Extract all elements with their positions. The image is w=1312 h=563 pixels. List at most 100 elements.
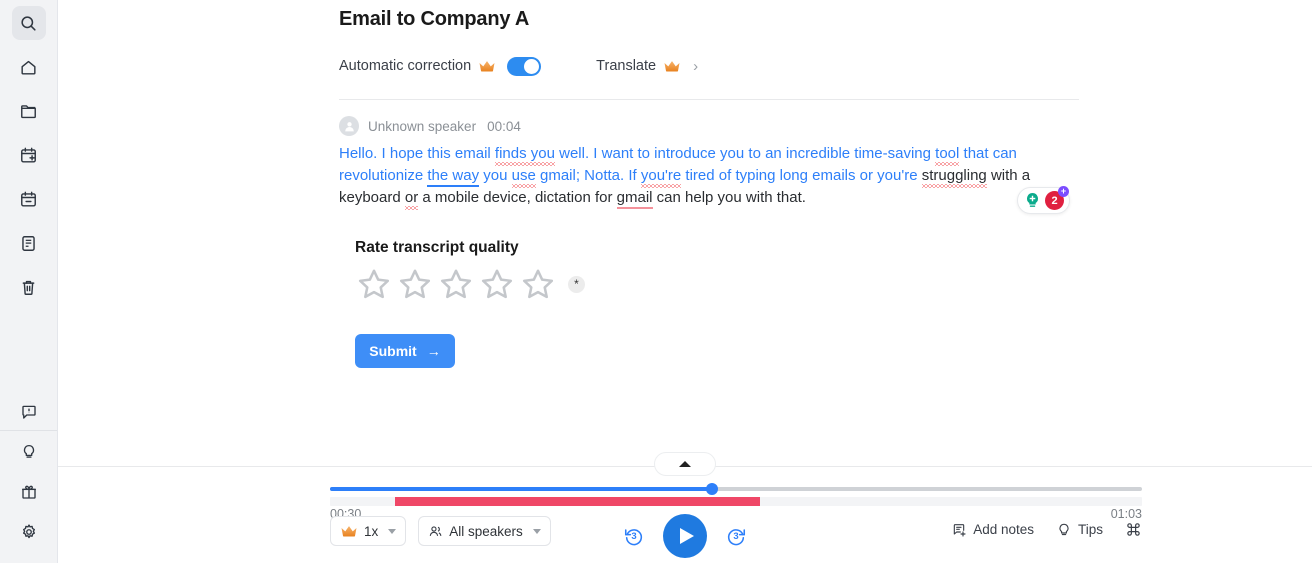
transcript-body: Hello. I hope this email finds you well.… xyxy=(339,145,1030,209)
star-icon[interactable] xyxy=(437,266,475,302)
transcript-segment: gmail; Notta. If xyxy=(535,167,641,184)
playback-speed-select[interactable]: 1x xyxy=(330,516,407,546)
command-key-icon xyxy=(1127,523,1140,536)
collapse-player-button[interactable] xyxy=(654,452,716,476)
sidebar-item-trash[interactable] xyxy=(12,270,46,304)
page-title: Email to Company A xyxy=(339,8,530,30)
star-icon[interactable] xyxy=(519,266,557,302)
audio-player: 00:30 01:03 1x All speakers 3 3 Add note… xyxy=(58,452,1312,563)
speaker-filter-value: All speakers xyxy=(449,523,523,539)
progress-fill xyxy=(330,487,712,491)
speaker-filter-select[interactable]: All speakers xyxy=(418,516,551,546)
transcript-text[interactable]: Hello. I hope this email finds you well.… xyxy=(339,143,1070,214)
forward-button[interactable]: 3 xyxy=(725,525,747,547)
home-icon xyxy=(21,60,36,75)
lightbulb-icon xyxy=(1059,523,1069,535)
star-icon[interactable] xyxy=(478,266,516,302)
sidebar-item-home[interactable] xyxy=(12,50,46,84)
rating-title: Rate transcript quality xyxy=(355,239,519,256)
search-icon xyxy=(21,15,36,31)
automatic-correction-label: Automatic correction xyxy=(339,58,472,74)
transcript-segment: Hello. I hope this email xyxy=(339,145,495,162)
player-controls: 1x All speakers 3 3 Add notes Tips xyxy=(58,514,1312,558)
trash-icon xyxy=(22,280,35,295)
add-notes-button[interactable]: Add notes xyxy=(951,522,1034,538)
premium-plus-badge: + xyxy=(1058,186,1069,197)
calendar-add-icon xyxy=(21,147,36,163)
speaker-timestamp: 00:04 xyxy=(487,118,521,134)
segment-fill xyxy=(394,497,761,506)
sidebar-item-gift[interactable] xyxy=(12,475,46,509)
chevron-down-icon xyxy=(532,528,541,534)
forward-seconds: 3 xyxy=(733,531,739,542)
sidebar-item-notes[interactable] xyxy=(12,226,46,260)
sidebar-item-search[interactable] xyxy=(11,6,46,40)
transcript-options-bar: Automatic correction Translate › xyxy=(339,51,1079,81)
player-right-controls: Add notes Tips xyxy=(951,521,1142,538)
lightbulb-icon xyxy=(23,444,34,458)
chevron-down-icon xyxy=(388,528,397,534)
avatar xyxy=(339,116,359,136)
play-button[interactable] xyxy=(663,514,707,558)
transcript-segment: can help you with that. xyxy=(652,189,806,206)
content-column: Email to Company A Automatic correction xyxy=(339,0,1079,368)
sidebar-item-folders[interactable] xyxy=(12,94,46,128)
tips-button[interactable]: Tips xyxy=(1056,522,1103,538)
progress-slider[interactable] xyxy=(330,483,1142,495)
submit-button[interactable]: Submit → xyxy=(355,334,455,368)
tips-label: Tips xyxy=(1077,522,1103,537)
grammar-issue-count: 2 + xyxy=(1045,186,1069,210)
grammar-count-value: 2 xyxy=(1051,194,1058,207)
gift-icon xyxy=(21,485,36,499)
sidebar-item-feedback[interactable] xyxy=(12,395,46,429)
folder-icon xyxy=(21,104,36,118)
sidebar-item-new-meeting[interactable] xyxy=(12,138,46,172)
required-asterisk: * xyxy=(568,275,585,293)
transcript-segment: finds you xyxy=(494,145,555,162)
transcript-scroll-area[interactable]: Email to Company A Automatic correction xyxy=(58,0,1312,466)
transcript-segment: struggling xyxy=(921,167,987,184)
star-icon[interactable] xyxy=(396,266,434,302)
settings-gear-icon xyxy=(22,524,35,539)
chevron-right-icon: › xyxy=(693,57,699,75)
sidebar-item-tips[interactable] xyxy=(12,435,46,469)
player-left-controls: 1x All speakers xyxy=(330,516,551,546)
main-panel: Email to Company A Automatic correction xyxy=(58,0,1312,563)
keyboard-shortcuts-button[interactable] xyxy=(1125,521,1142,538)
sidebar-item-settings[interactable] xyxy=(12,515,46,549)
arrow-right-icon: → xyxy=(426,343,441,359)
notes-icon xyxy=(22,235,35,251)
automatic-correction-control[interactable]: Automatic correction xyxy=(339,56,542,76)
rewind-seconds: 3 xyxy=(631,531,637,542)
sidebar xyxy=(0,0,58,563)
star-icon[interactable] xyxy=(355,266,393,302)
transcript-segment: tired of typing long emails or you're xyxy=(681,167,922,184)
calendar-icon xyxy=(21,191,36,207)
translate-control[interactable]: Translate › xyxy=(596,58,698,74)
sidebar-bottom-group xyxy=(0,395,57,555)
submit-label: Submit xyxy=(369,343,417,359)
transcript-segment: a mobile device, dictation for xyxy=(418,189,617,206)
playback-speed-value: 1x xyxy=(364,523,379,539)
rewind-button[interactable]: 3 xyxy=(623,525,645,547)
header-divider xyxy=(339,99,1079,100)
transcript-segment: use xyxy=(511,167,536,184)
segment-track[interactable] xyxy=(330,497,1142,506)
rating-section: Rate transcript quality * Submit → xyxy=(355,239,1079,368)
app-root: Email to Company A Automatic correction xyxy=(0,0,1312,563)
transcript-segment: the way xyxy=(427,167,480,187)
player-bars xyxy=(330,483,1142,506)
sidebar-item-calendar[interactable] xyxy=(12,182,46,216)
progress-handle[interactable] xyxy=(705,483,718,495)
automatic-correction-toggle[interactable] xyxy=(507,56,542,76)
transcript-segment: well. I want to introduce you to an incr… xyxy=(554,145,936,162)
transcript-segment: you xyxy=(479,167,512,184)
star-rating[interactable]: * xyxy=(355,266,1079,302)
feedback-icon xyxy=(21,405,36,419)
add-notes-icon xyxy=(953,523,966,537)
speaker-header: Unknown speaker 00:04 xyxy=(339,116,1079,136)
person-icon xyxy=(344,121,354,131)
grammar-suggestions-badge[interactable]: 2 + xyxy=(1017,186,1070,214)
crown-icon xyxy=(341,526,357,537)
sidebar-top-group xyxy=(11,0,46,314)
